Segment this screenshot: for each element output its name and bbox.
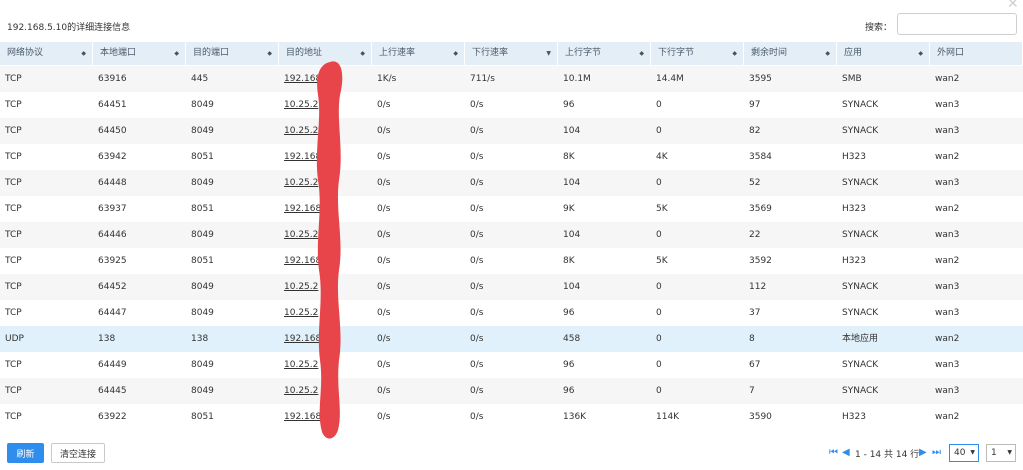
page-size-value: 40 [954, 448, 966, 458]
page-number-value: 1 [991, 448, 997, 458]
next-page-icon[interactable]: ▶ [919, 447, 927, 459]
page-number-select[interactable]: 1 ▼ [986, 444, 1016, 462]
first-page-icon[interactable]: ⏮ [829, 447, 838, 459]
page-size-select[interactable]: 40 ▼ [949, 444, 979, 462]
caret-down-icon: ▼ [970, 449, 975, 456]
last-page-icon[interactable]: ⏭ [932, 447, 941, 459]
prev-page-icon[interactable]: ◀ [842, 447, 850, 459]
redaction-mark [316, 61, 343, 439]
refresh-button[interactable]: 刷新 [7, 443, 44, 463]
page-info: 1 - 14 共 14 行 [855, 450, 920, 460]
caret-down-icon: ▼ [1007, 449, 1012, 456]
clear-connections-button[interactable]: 清空连接 [51, 443, 105, 463]
